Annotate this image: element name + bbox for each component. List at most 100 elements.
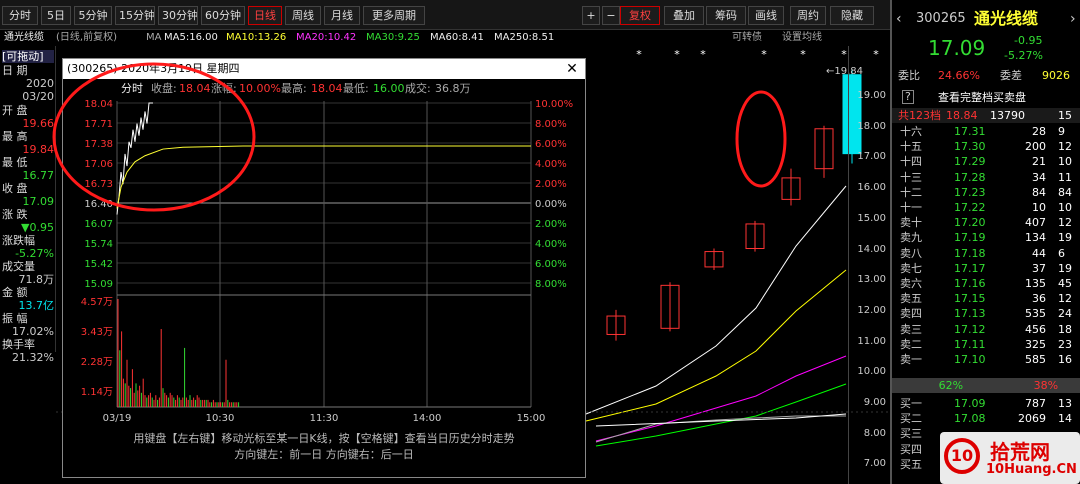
ask-row: 卖六 17.16 135 45	[892, 276, 1080, 291]
ma-line	[595, 415, 846, 443]
ask-vol: 36	[1032, 292, 1046, 306]
ask-count: 23	[1058, 337, 1072, 351]
info-date_label: 日 期 2020	[2, 64, 54, 90]
intraday-price-label: 15.74	[84, 239, 113, 250]
toolbar-right-5[interactable]: 画线	[748, 6, 784, 25]
period-tab-6[interactable]: 日线	[248, 6, 282, 25]
total-n: 15	[1058, 109, 1072, 122]
total-vol: 13790	[990, 109, 1025, 122]
low_val: 16.77	[22, 169, 55, 182]
info-vol_label: 成交量 71.8万	[2, 260, 54, 286]
intraday-pct-label: 2.00%	[535, 179, 567, 190]
help-line-2: 方向键左：前一日 方向键右：后一日	[234, 448, 414, 461]
price-axis: 19.00 18.00 17.00 16.00 15.00 14.00 13.00 12.00…	[848, 46, 890, 484]
bid-price: 17.09	[954, 397, 986, 410]
intraday-price-line	[116, 102, 153, 215]
intraday-price-label: 16.40	[84, 199, 113, 210]
weibi-value: 24.66%	[938, 69, 980, 82]
ask-vol: 325	[1025, 337, 1046, 351]
ask-vol: 200	[1025, 140, 1046, 154]
price-axis-label: 7.00	[863, 458, 886, 470]
period-tab-9[interactable]: 更多周期	[363, 6, 425, 25]
amp_label: 振 幅	[2, 312, 28, 325]
period-toolbar: 分时 5日 5分钟 15分钟 30分钟 60分钟 日线 周线 月线 更多周期 + − 复权 叠加 筹码 画线周…	[0, 0, 890, 30]
period-tab-3[interactable]: 15分钟	[115, 6, 155, 25]
ask-price: 17.23	[954, 185, 986, 199]
toolbar-right-6[interactable]: 周约	[790, 6, 826, 25]
event-marker-icon: *	[841, 48, 847, 61]
ask-price: 17.13	[954, 307, 986, 321]
period-tab-4[interactable]: 30分钟	[158, 6, 198, 25]
price-axis-label: 18.00	[857, 120, 886, 132]
ask-row: 卖一 17.10 585 16	[892, 352, 1080, 367]
ask-label: 十二	[900, 185, 922, 199]
ask-count: 19	[1058, 231, 1072, 245]
ask-label: 卖六	[900, 277, 922, 290]
stock-name: 通光线缆	[974, 9, 1039, 28]
intraday-pct-label: 0.00%	[535, 199, 567, 210]
period-tab-7[interactable]: 周线	[285, 6, 321, 25]
dialog-help: 用键盘【左右键】移动光标至某一日K线，按【空格键】查看当日历史分时走势 方向键左…	[63, 431, 585, 463]
info-high_label: 最 高 19.84	[2, 130, 54, 156]
vol_label: 成交量	[2, 260, 35, 273]
price-axis-label: 12.00	[857, 304, 886, 316]
toolbar-right-7[interactable]: 隐藏	[830, 6, 874, 25]
ask-row: 卖九 17.19 134 19	[892, 230, 1080, 245]
intraday-time-label: 03/19	[103, 413, 132, 424]
period-tab-5[interactable]: 60分钟	[201, 6, 245, 25]
toolbar-right-3[interactable]: 叠加	[664, 6, 704, 25]
help-icon[interactable]: ?	[902, 90, 914, 104]
bid-label: 买三	[900, 427, 922, 441]
total-price: 18.84	[946, 109, 978, 122]
ma5-value: MA5:16.00	[164, 32, 218, 43]
ask-count: 24	[1058, 307, 1072, 321]
ask-label: 十五	[900, 140, 922, 154]
price-change: -0.95	[1014, 34, 1043, 47]
toolbar-right-2[interactable]: 复权	[620, 6, 660, 25]
drag-label[interactable]: [可拖动]	[2, 50, 54, 63]
toolbar-right-0[interactable]: +	[582, 6, 600, 25]
stock-name-label: 通光线缆	[4, 32, 44, 43]
ask-row: 十三 17.28 34 11	[892, 170, 1080, 185]
full-book-row[interactable]: ? 查看完整档买卖盘	[892, 90, 1080, 105]
intraday-pct-label: 4.00%	[535, 159, 567, 170]
price-axis-label: 19.00	[857, 90, 886, 101]
prev-stock-icon[interactable]: ‹	[896, 8, 902, 30]
info-low_label: 最 低 16.77	[2, 156, 54, 182]
logo: 10 拾荒网 10Huang.CN	[940, 432, 1080, 484]
intraday-time-label: 14:00	[413, 413, 442, 424]
ask-price: 17.28	[954, 170, 986, 184]
ma-settings-link[interactable]: 设置均线	[782, 30, 822, 46]
period-tab-2[interactable]: 5分钟	[74, 6, 112, 25]
ma-line	[585, 185, 847, 415]
convertible-bond-link[interactable]: 可转债	[732, 30, 762, 46]
toolbar-right-1[interactable]: −	[602, 6, 620, 25]
ask-price: 17.19	[954, 231, 986, 245]
info-pct_label: 涨跌幅 -5.27%	[2, 234, 54, 260]
ask-vol: 21	[1032, 155, 1046, 169]
logo-subtext: 10Huang.CN	[986, 462, 1077, 477]
trading-app: 分时 5日 5分钟 15分钟 30分钟 60分钟 日线 周线 月线 更多周期 + − 复权 叠加 筹码 画线周…	[0, 0, 1080, 484]
ask-row: 卖四 17.13 535 24	[892, 306, 1080, 321]
quote-header: ‹ 300265 通光线缆 ›	[892, 8, 1080, 30]
chg_val: ▼0.95	[21, 221, 54, 234]
next-stock-icon[interactable]: ›	[1070, 8, 1076, 30]
toolbar-right-4[interactable]: 筹码	[706, 6, 746, 25]
ask-vol: 37	[1032, 261, 1046, 275]
pct_val: -5.27%	[15, 247, 54, 260]
event-marker-icon: *	[700, 48, 706, 61]
ask-count: 45	[1058, 277, 1072, 290]
ask-label: 卖九	[900, 231, 922, 245]
period-tab-0[interactable]: 分时	[2, 6, 38, 25]
period-tab-8[interactable]: 月线	[324, 6, 360, 25]
ask-price: 17.18	[954, 246, 986, 260]
info-amt_label: 金 额 13.7亿	[2, 286, 54, 312]
ask-label: 卖二	[900, 337, 922, 351]
ask-label: 卖五	[900, 292, 922, 306]
close_label: 收 盘	[2, 182, 28, 195]
ask-price: 17.30	[954, 140, 986, 154]
turn_label: 换手率	[2, 338, 35, 351]
price-axis-label: 15.00	[857, 212, 886, 224]
period-tab-1[interactable]: 5日	[41, 6, 71, 25]
ma250-value: MA250:8.51	[494, 32, 555, 43]
